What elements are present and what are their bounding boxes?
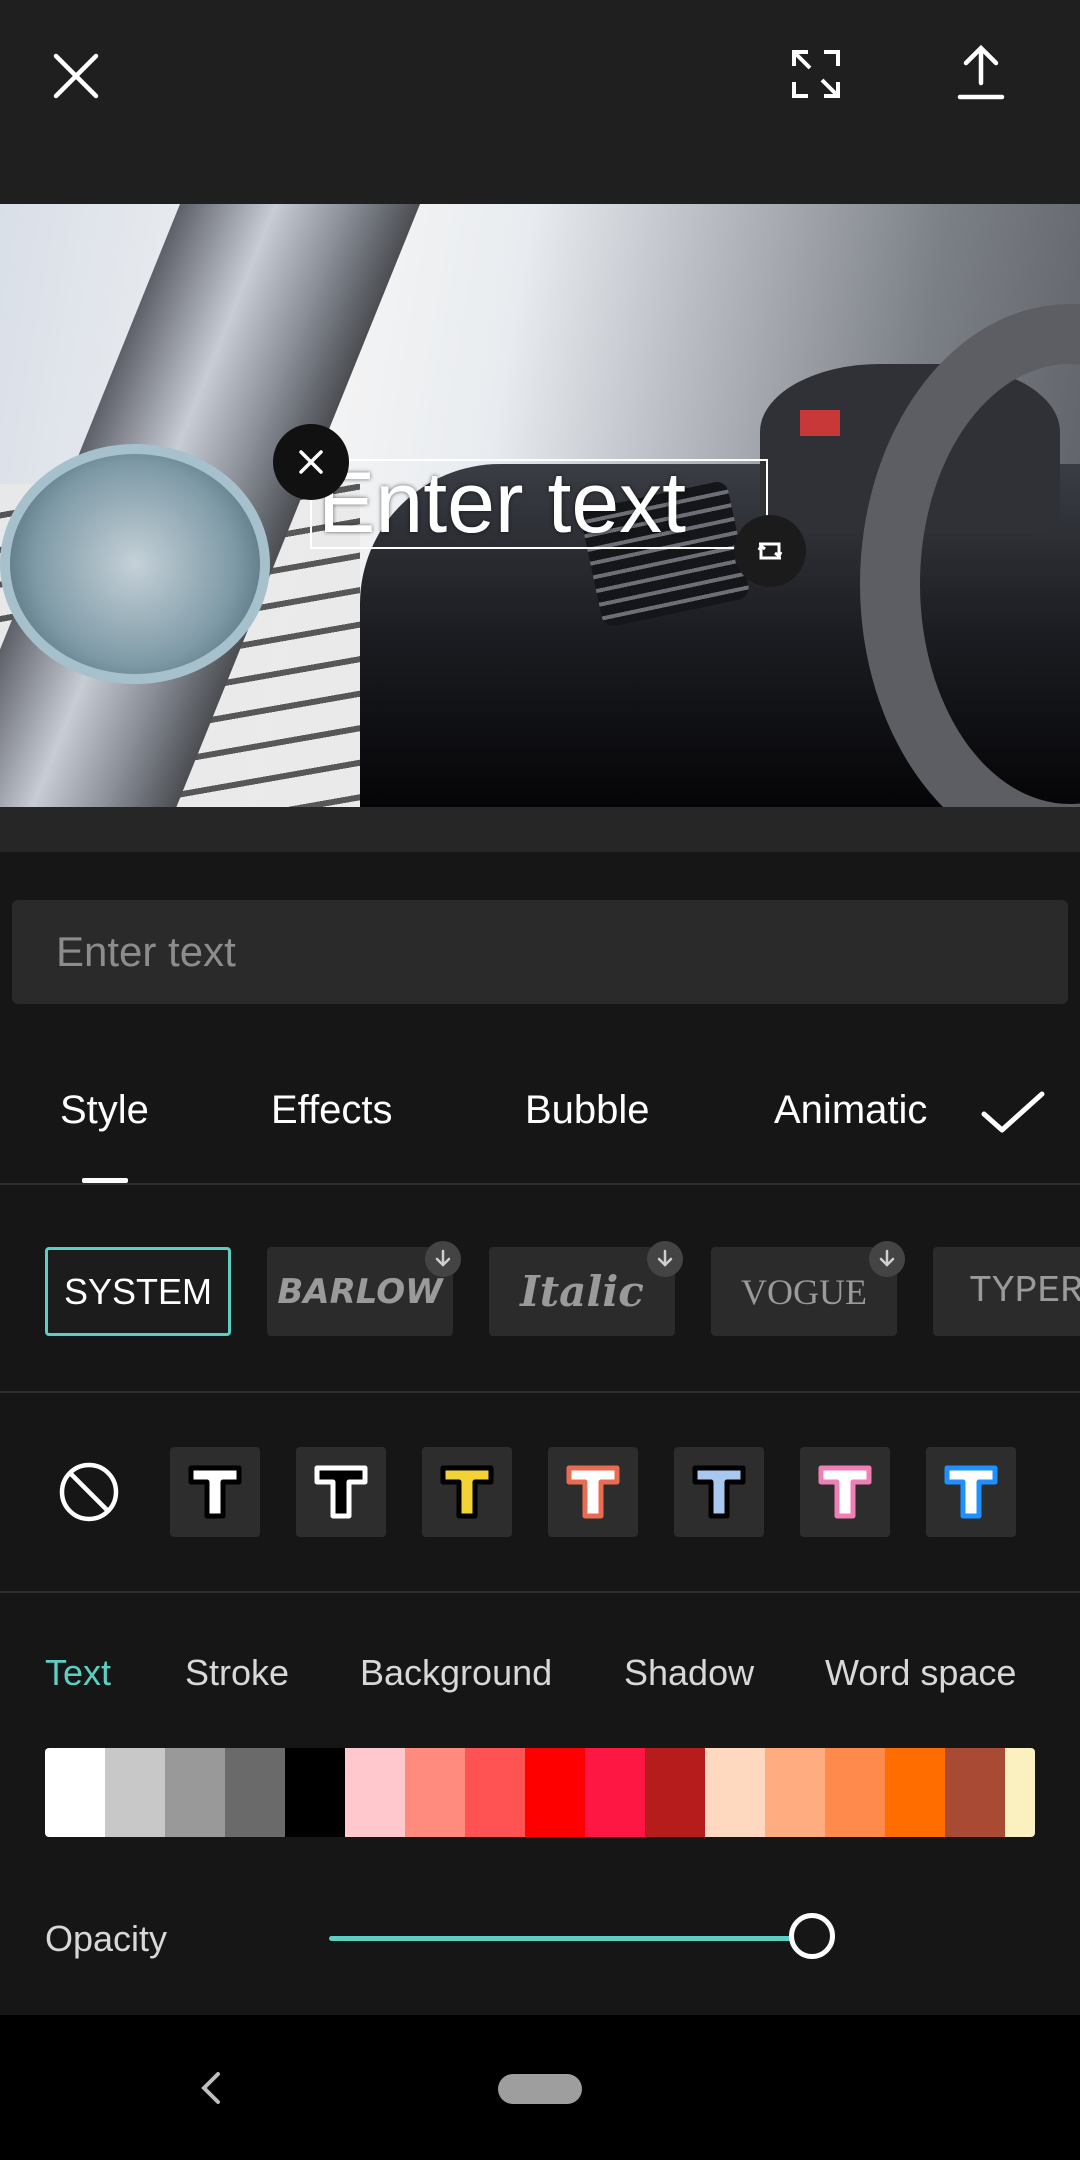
color-swatch[interactable] (285, 1748, 345, 1837)
font-system[interactable]: SYSTEM (45, 1247, 231, 1336)
font-typer[interactable]: TYPER (933, 1247, 1080, 1336)
color-swatch[interactable] (645, 1748, 705, 1837)
download-icon (647, 1241, 683, 1277)
color-swatch[interactable] (825, 1748, 885, 1837)
style-preset-icon[interactable] (170, 1447, 260, 1537)
subtab-stroke[interactable]: Stroke (185, 1652, 289, 1694)
color-swatch[interactable] (405, 1748, 465, 1837)
font-italic[interactable]: Italic (489, 1241, 683, 1336)
opacity-slider-track[interactable] (329, 1936, 813, 1941)
remove-text-icon[interactable] (273, 424, 349, 500)
color-swatch[interactable] (225, 1748, 285, 1837)
font-label: TYPER (969, 1270, 1080, 1313)
color-swatch[interactable] (45, 1748, 105, 1837)
subtab-word-space[interactable]: Word space (825, 1652, 1016, 1694)
download-icon (425, 1241, 461, 1277)
font-barlow[interactable]: BARLOW (267, 1241, 461, 1336)
color-palette (45, 1748, 1035, 1837)
text-bounding-box[interactable] (310, 459, 768, 549)
subtab-text[interactable]: Text (45, 1652, 111, 1694)
close-icon[interactable] (40, 40, 112, 112)
top-bar (0, 0, 1080, 204)
color-swatch[interactable] (765, 1748, 825, 1837)
preview-mirror (0, 444, 270, 684)
style-preset-icon[interactable] (674, 1447, 764, 1537)
color-swatch[interactable] (525, 1748, 585, 1837)
color-swatch[interactable] (1005, 1748, 1035, 1837)
font-label: BARLOW (277, 1271, 443, 1312)
text-input[interactable] (12, 900, 1068, 1004)
tab-bubble[interactable]: Bubble (525, 1088, 650, 1133)
fullscreen-icon[interactable] (780, 38, 852, 110)
divider (0, 1183, 1080, 1185)
home-pill-icon[interactable] (498, 2074, 582, 2104)
style-preset-icon[interactable] (800, 1447, 890, 1537)
color-swatch[interactable] (945, 1748, 1005, 1837)
preview-footer (0, 807, 1080, 852)
tab-animation[interactable]: Animatic (774, 1088, 940, 1133)
color-swatch[interactable] (345, 1748, 405, 1837)
color-swatch[interactable] (165, 1748, 225, 1837)
color-swatch[interactable] (105, 1748, 165, 1837)
divider (0, 1391, 1080, 1393)
opacity-slider-thumb[interactable] (789, 1913, 835, 1959)
no-style-icon[interactable] (58, 1461, 120, 1523)
font-label: VOGUE (741, 1271, 867, 1312)
subtab-shadow[interactable]: Shadow (624, 1652, 754, 1694)
tab-style[interactable]: Style (60, 1088, 149, 1133)
font-vogue[interactable]: VOGUE (711, 1241, 905, 1336)
tab-effects[interactable]: Effects (271, 1088, 393, 1133)
divider (0, 1591, 1080, 1593)
style-preset-icon[interactable] (296, 1447, 386, 1537)
style-preset-icon[interactable] (548, 1447, 638, 1537)
color-swatch[interactable] (885, 1748, 945, 1837)
export-icon[interactable] (945, 36, 1017, 108)
subtab-background[interactable]: Background (360, 1652, 552, 1694)
preview-light (800, 410, 840, 436)
font-label: SYSTEM (63, 1270, 213, 1312)
rotate-resize-icon[interactable] (734, 515, 806, 587)
color-swatch[interactable] (585, 1748, 645, 1837)
back-icon[interactable] (190, 2066, 230, 2110)
checkmark-icon[interactable] (978, 1082, 1048, 1142)
color-swatch[interactable] (705, 1748, 765, 1837)
opacity-label: Opacity (45, 1918, 168, 1959)
style-preset-icon[interactable] (422, 1447, 512, 1537)
font-label: Italic (520, 1267, 644, 1316)
download-icon (869, 1241, 905, 1277)
color-swatch[interactable] (465, 1748, 525, 1837)
style-preset-icon[interactable] (926, 1447, 1016, 1537)
